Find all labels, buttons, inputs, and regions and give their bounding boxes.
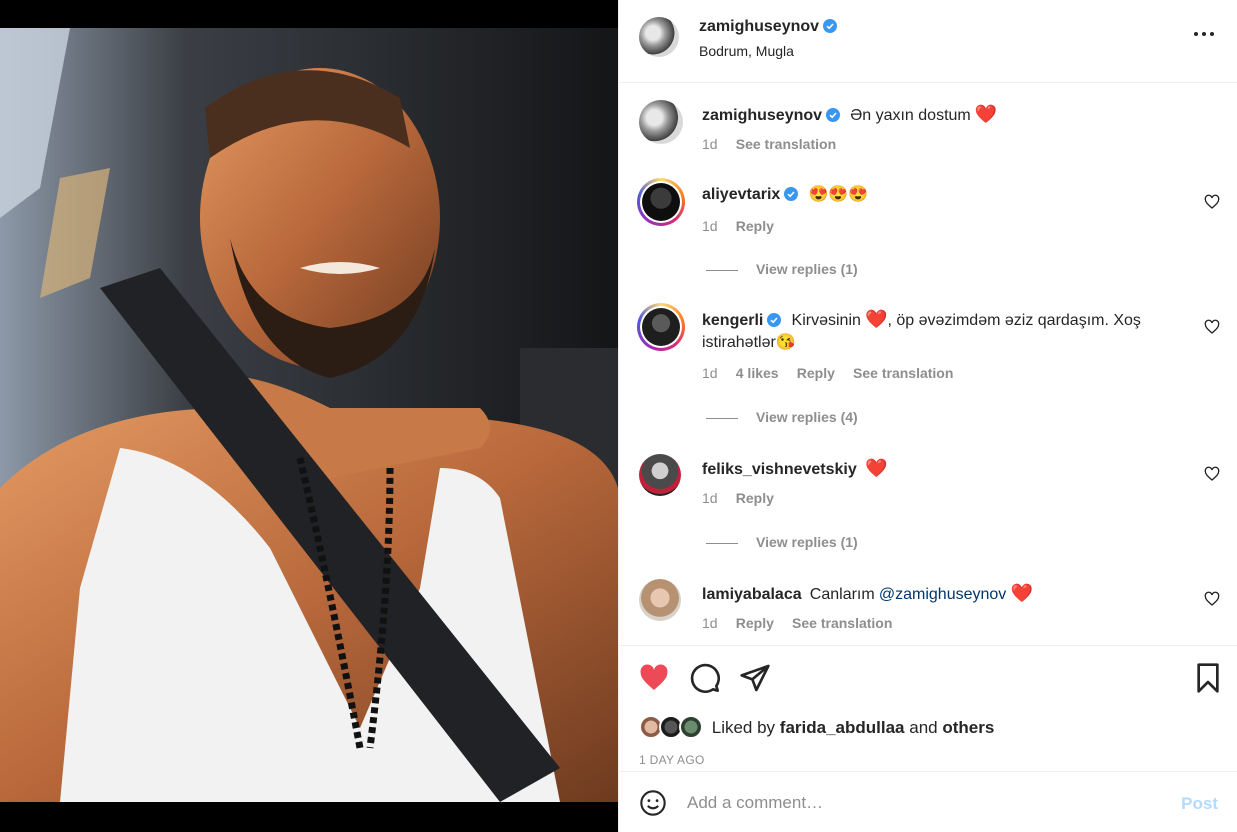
post-photo[interactable] (0, 28, 618, 802)
see-translation-link[interactable]: See translation (736, 136, 836, 152)
reply-link[interactable]: Reply (797, 365, 835, 381)
commenter-avatar (642, 308, 680, 346)
reply-link[interactable]: Reply (736, 615, 774, 631)
more-options-icon[interactable] (1194, 32, 1218, 40)
comment-time[interactable]: 1d (702, 365, 718, 381)
reply-link[interactable]: Reply (736, 218, 774, 234)
caption-time[interactable]: 1d (702, 136, 718, 152)
verified-badge-icon (826, 108, 841, 122)
comment-text-end: , öp əvəzimdəm əziz qardaşım. Xoş (887, 312, 1141, 329)
author-username[interactable]: zamighuseynov (699, 18, 819, 35)
verified-badge-icon (784, 187, 799, 201)
liked-by-summary: Liked by farida_abdullaa and others (639, 715, 994, 739)
add-comment-input[interactable] (687, 790, 1157, 816)
verified-badge-icon (823, 19, 838, 33)
comment-text-line2: istirahətlər😘 (702, 334, 796, 351)
red-heart-emoji-icon: ❤️ (1010, 583, 1033, 603)
red-heart-emoji-icon: ❤️ (865, 309, 888, 329)
comment-username[interactable]: kengerli (702, 312, 763, 329)
comment-text: 😍😍😍 (808, 186, 869, 203)
post-header: zamighuseynov Bodrum, Mugla (619, 0, 1237, 83)
reply-link[interactable]: Reply (736, 490, 774, 506)
liked-by-and: and (909, 718, 938, 737)
instagram-post-view: zamighuseynov Bodrum, Mugla zamighuseyno… (0, 0, 1237, 832)
post-photo-illustration (0, 28, 618, 802)
share-paper-plane-icon[interactable] (739, 662, 771, 694)
author-avatar[interactable] (639, 17, 679, 57)
view-replies-button[interactable]: View replies (4) (706, 409, 858, 425)
liked-by-others-link[interactable]: others (942, 718, 994, 737)
caption-username[interactable]: zamighuseynov (702, 107, 822, 124)
comment-bubble-icon[interactable] (689, 662, 721, 694)
post-time-ago[interactable]: 1 DAY AGO (639, 753, 705, 767)
story-ring[interactable] (637, 303, 685, 351)
commenter-avatar[interactable] (639, 454, 681, 496)
post-location[interactable]: Bodrum, Mugla (699, 43, 794, 59)
comment-username[interactable]: feliks_vishnevetskiy (702, 461, 857, 478)
comment-username[interactable]: aliyevtarix (702, 186, 780, 203)
like-heart-icon[interactable] (638, 662, 670, 694)
comment-heart-icon[interactable] (1204, 466, 1220, 482)
liked-by-prefix: Liked by (711, 718, 776, 737)
red-heart-emoji-icon: ❤️ (864, 458, 888, 478)
comment-username[interactable]: lamiyabalaca (702, 586, 802, 603)
liked-by-avatars[interactable] (639, 715, 707, 739)
red-heart-emoji-icon: ❤️ (974, 104, 998, 124)
emoji-smiley-icon[interactable] (639, 789, 667, 817)
mention-link[interactable]: @zamighuseynov (879, 586, 1006, 603)
post-media-panel (0, 0, 618, 832)
post-actions-bar (619, 645, 1237, 771)
comment-heart-icon[interactable] (1204, 591, 1220, 607)
commenter-avatar[interactable] (639, 579, 681, 621)
comment-text: Canlarım (809, 586, 875, 603)
comment-time[interactable]: 1d (702, 490, 718, 506)
add-comment-bar: Post (619, 771, 1237, 832)
post-details-panel: zamighuseynov Bodrum, Mugla zamighuseyno… (618, 0, 1237, 832)
verified-badge-icon (767, 313, 782, 327)
caption-avatar[interactable] (639, 100, 683, 144)
commenter-avatar (642, 183, 680, 221)
liked-by-user-link[interactable]: farida_abdullaa (780, 718, 905, 737)
see-translation-link[interactable]: See translation (853, 365, 953, 381)
caption-text: Ən yaxın dostum (850, 107, 971, 124)
post-comment-button[interactable]: Post (1181, 794, 1218, 814)
likes-count-link[interactable]: 4 likes (736, 365, 779, 381)
comment-heart-icon[interactable] (1204, 319, 1220, 335)
comment-time[interactable]: 1d (702, 218, 718, 234)
save-bookmark-icon[interactable] (1192, 662, 1224, 694)
story-ring[interactable] (637, 178, 685, 226)
view-replies-button[interactable]: View replies (1) (706, 261, 858, 277)
see-translation-link[interactable]: See translation (792, 615, 892, 631)
comment-heart-icon[interactable] (1204, 194, 1220, 210)
comment-text-start: Kirvəsinin (791, 312, 861, 329)
view-replies-button[interactable]: View replies (1) (706, 534, 858, 550)
comment-time[interactable]: 1d (702, 615, 718, 631)
